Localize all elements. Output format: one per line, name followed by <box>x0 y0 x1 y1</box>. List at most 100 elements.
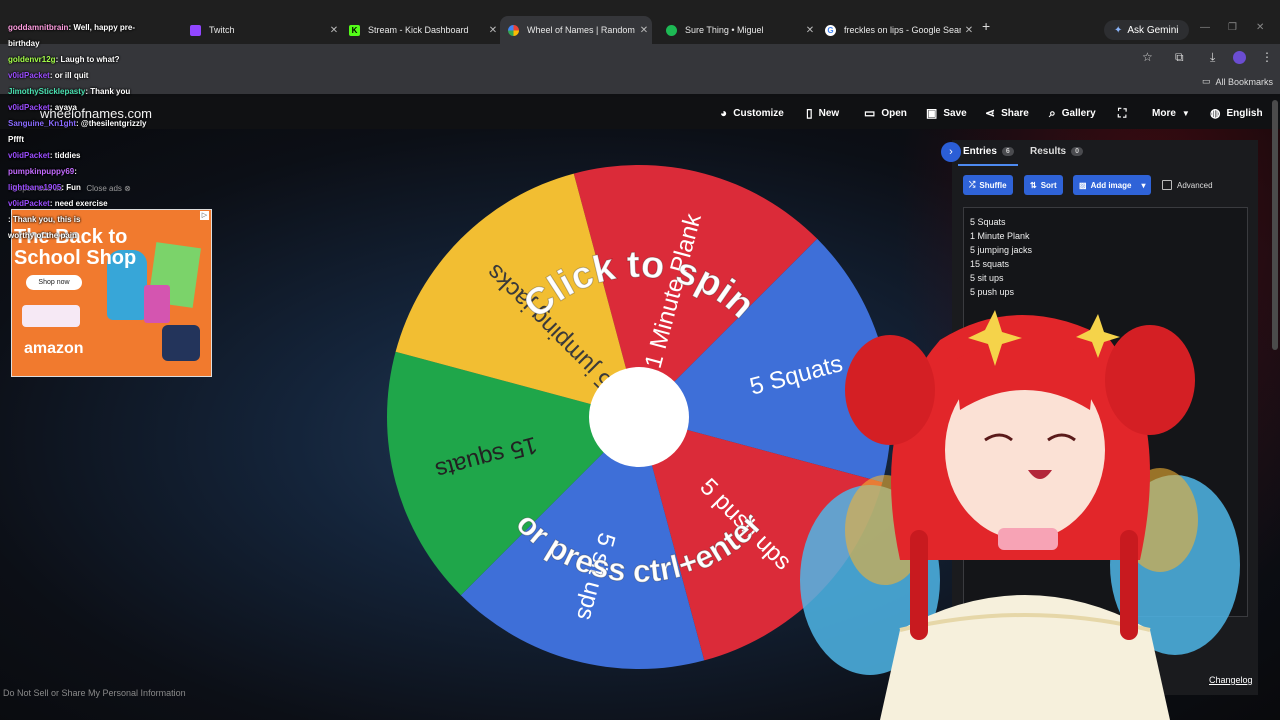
close-icon[interactable]: ✕ <box>326 25 342 36</box>
close-icon[interactable]: ✕ <box>802 25 818 36</box>
download-icon[interactable]: ⤓ <box>1210 50 1215 65</box>
google-icon: G <box>825 24 836 36</box>
sort-button[interactable]: ⇅ Sort <box>1024 175 1063 195</box>
kick-icon: K <box>349 24 360 36</box>
chat-username: goddamnitbrain <box>8 23 69 32</box>
close-window-icon[interactable]: ✕ <box>1256 22 1264 33</box>
all-bookmarks[interactable]: ▭ All Bookmarks <box>1202 76 1273 87</box>
collapse-panel-button[interactable]: › <box>941 142 961 162</box>
tab-title: Wheel of Names | Random nam <box>527 25 636 35</box>
chat-text: Pffft <box>8 135 24 144</box>
chat-text: : Thank you, this is <box>8 215 81 224</box>
extensions-icon[interactable]: ⧉ <box>1175 50 1184 65</box>
new-button[interactable]: ▯ New <box>806 105 839 121</box>
advanced-checkbox[interactable]: Advanced <box>1162 180 1213 190</box>
chat-text: birthday <box>8 39 40 48</box>
maximize-icon[interactable]: ❐ <box>1228 22 1237 33</box>
shuffle-icon: ⤮ <box>969 180 976 189</box>
chat-username: pumpkinpuppy69 <box>8 167 75 176</box>
open-button[interactable]: ▭ Open <box>864 105 907 121</box>
shuffle-label: Shuffle <box>979 180 1007 190</box>
chat-username: v0idPacket <box>8 151 50 160</box>
entry-line: 1 Minute Plank <box>970 231 1030 241</box>
close-icon[interactable]: ✕ <box>961 25 977 36</box>
chat-text: : @thesilentgrizzly <box>76 119 147 128</box>
chat-text: worthy of the pain <box>8 231 77 240</box>
tab-google-search[interactable]: G freckles on lips - Google Search ✕ <box>825 16 977 44</box>
toolbar-label: English <box>1226 107 1263 119</box>
minimize-icon[interactable]: — <box>1200 22 1210 33</box>
tab-title: Sure Thing • Miguel <box>685 25 764 35</box>
image-icon: ▨ <box>1079 180 1087 190</box>
toolbar-label: New <box>818 107 840 119</box>
chat-message: birthday <box>8 36 198 52</box>
tab-results[interactable]: Results 0 <box>1030 146 1084 157</box>
ad-close-icon[interactable]: ▷ <box>200 211 209 220</box>
chat-message: Pffft <box>8 132 198 148</box>
customize-button[interactable]: ◕ Customize <box>720 105 784 121</box>
fullscreen-button[interactable]: ⛶ <box>1118 105 1126 121</box>
entry-line: 5 push ups <box>970 287 1015 297</box>
chat-username: v0idPacket <box>8 199 50 208</box>
save-button[interactable]: ▣ Save <box>926 105 967 121</box>
palette-icon: ◕ <box>720 106 728 120</box>
sort-label: Sort <box>1040 180 1057 190</box>
chat-message: v0idPacket: or ill quit <box>8 68 198 84</box>
new-tab-button[interactable]: + <box>982 18 990 34</box>
star-icon[interactable]: ☆ <box>1142 50 1153 64</box>
more-button[interactable]: More ▼ <box>1152 105 1190 121</box>
chat-text: : Thank you <box>85 87 131 96</box>
page-scrollbar[interactable] <box>1272 100 1278 350</box>
results-count-badge: 0 <box>1071 147 1084 156</box>
tab-kick[interactable]: K Stream - Kick Dashboard ✕ <box>349 16 501 44</box>
chevron-down-icon: ▾ <box>1141 180 1146 190</box>
ask-gemini-button[interactable]: ✦ Ask Gemini <box>1104 20 1189 40</box>
spotify-icon <box>666 24 677 36</box>
toolbar-label: Gallery <box>1061 107 1096 119</box>
chat-message: JimothySticklepasty: Thank you <box>8 84 198 100</box>
toolbar-label: More <box>1152 107 1176 119</box>
tab-spotify[interactable]: Sure Thing • Miguel ✕ <box>666 16 818 44</box>
toolbar-label: Save <box>943 107 967 119</box>
close-icon[interactable]: ✕ <box>636 25 652 36</box>
chat-message: lightbane1905: Fun <box>8 180 198 196</box>
active-tab-indicator <box>958 164 1018 166</box>
toolbar-label: Share <box>1001 107 1029 119</box>
sort-icon: ⇅ <box>1030 180 1037 190</box>
tab-twitch[interactable]: Twitch ✕ <box>190 16 342 44</box>
wheel-center-hub[interactable] <box>589 367 689 467</box>
tab-wheel-of-names[interactable]: Wheel of Names | Random nam ✕ <box>500 16 652 44</box>
share-button[interactable]: ⋖ Share <box>985 105 1029 121</box>
entry-line: 5 Squats <box>970 217 1006 227</box>
add-image-button[interactable]: ▨ Add image ▾ <box>1073 175 1152 195</box>
chevron-right-icon: › <box>949 146 953 158</box>
tab-title: Stream - Kick Dashboard <box>368 25 469 35</box>
share-icon: ⋖ <box>985 106 996 120</box>
chat-username: JimothySticklepasty <box>8 87 86 96</box>
calculator-image <box>144 285 170 323</box>
braid-right <box>1120 530 1138 640</box>
entry-line: 5 sit ups <box>970 273 1004 283</box>
fullscreen-icon: ⛶ <box>1118 105 1127 120</box>
profile-avatar[interactable] <box>1233 51 1246 64</box>
chat-message: : Thank you, this is <box>8 212 198 228</box>
sparkle-icon: ✦ <box>1114 24 1123 36</box>
checkbox-box[interactable] <box>1162 180 1172 190</box>
shuffle-button[interactable]: ⤮ Shuffle <box>963 175 1013 195</box>
chevron-down-icon: ▼ <box>1181 108 1190 118</box>
file-icon: ▯ <box>806 106 813 120</box>
chat-text: : Fun <box>61 183 81 192</box>
menu-kebab-icon[interactable]: ⋮ <box>1261 50 1273 64</box>
tab-entries[interactable]: Entries 6 <box>963 146 1014 157</box>
language-button[interactable]: ◍ English <box>1210 105 1263 121</box>
chat-message: goddamnitbrain: Well, happy pre- <box>8 20 198 36</box>
shop-now-button[interactable]: Shop now <box>26 275 82 290</box>
braid-left <box>910 530 928 640</box>
do-not-sell-link[interactable]: Do Not Sell or Share My Personal Informa… <box>3 688 186 698</box>
ask-gemini-label: Ask Gemini <box>1127 24 1179 36</box>
entry-line: 5 jumping jacks <box>970 245 1033 255</box>
save-icon: ▣ <box>926 106 938 120</box>
gallery-button[interactable]: ⌕ Gallery <box>1049 105 1096 121</box>
close-icon[interactable]: ✕ <box>485 25 501 36</box>
all-bookmarks-label: All Bookmarks <box>1215 76 1274 87</box>
